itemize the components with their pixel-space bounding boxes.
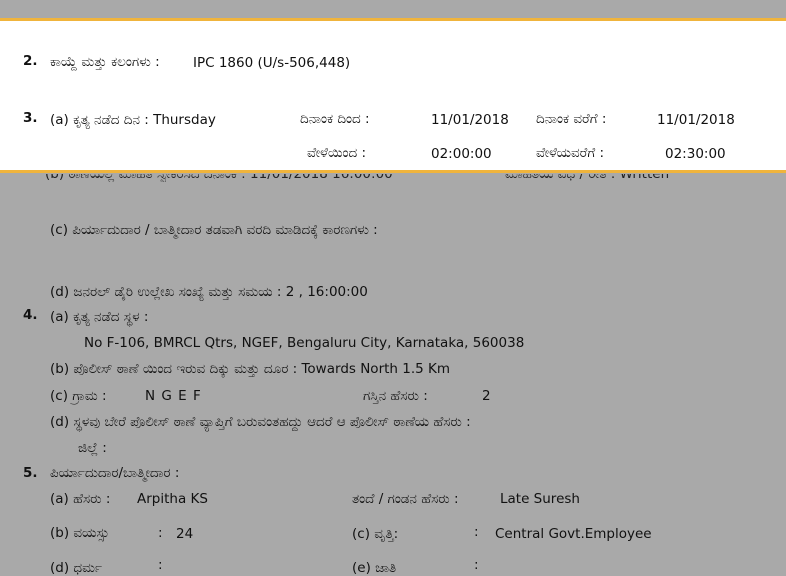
age-label: (b) ವಯಸ್ಸು [50,525,110,541]
to-time-value: 02:30:00 [665,146,726,162]
item5-number: 5. [23,465,38,481]
occupation-label: (c) ವೃತ್ತಿ: [352,526,399,542]
beat-value: 2 [482,388,491,404]
name-value: Arpitha KS [137,491,208,507]
from-date-label: ದಿನಾಂಕ ದಿಂದ : [300,111,370,127]
from-time-value: 02:00:00 [431,146,492,162]
father-label: ತಂದೆ / ಗಂಡನ ಹೆಸರು : [352,491,459,507]
to-date-label: ದಿನಾಂಕ ವರೆಗೆ : [536,111,607,127]
from-time-label: ವೇಳೆಯಿಂದ : [307,145,367,161]
item2-number: 2. [23,53,38,69]
item3-number: 3. [23,110,38,126]
father-value: Late Suresh [500,491,580,507]
occupation-value: Central Govt.Employee [495,526,652,542]
other-station-text: (d) ಸ್ಥಳವು ಬೇರೆ ಪೊಲೀಸ್ ಠಾಣೆ ವ್ಯಾಪ್ತಿಗೆ ಬ… [50,414,471,430]
age-value: 24 [176,526,194,542]
acts-sections-value: IPC 1860 (U/s-506,448) [193,55,351,71]
place-value: No F-106, BMRCL Qtrs, NGEF, Bengaluru Ci… [84,335,525,351]
info-received-text: (b) ಠಾಣೆಯಲ್ಲಿ ಮಾಹಿತಿ ಸ್ವೀಕರಿಸಿದ ದಿನಾಂಕ :… [45,174,393,182]
acts-sections-label: ಕಾಯ್ದೆ ಮತ್ತು ಕಲಂಗಳು : [50,54,160,70]
village-label: (c) ಗ್ರಾಮ : [50,388,107,404]
highlight-panel: 2. ಕಾಯ್ದೆ ಮತ್ತು ಕಲಂಗಳು : IPC 1860 (U/s-5… [0,18,786,173]
to-time-label: ವೇಳೆಯವರೆಗೆ : [536,145,605,161]
info-type-text: ಮಾಹಿತಿಯ ವಿಧ / ರೀತಿ : Written [505,174,670,182]
delay-reason-text: (c) ಪಿರ್ಯಾದುದಾರ / ಬಾತ್ಮೀದಾರ ತಡವಾಗಿ ವರದಿ … [50,222,378,238]
clipped-line: (b) ಠಾಣೆಯಲ್ಲಿ ಮಾಹಿತಿ ಸ್ವೀಕರಿಸಿದ ದಿನಾಂಕ :… [45,174,685,182]
item4-number: 4. [23,307,38,323]
name-label: (a) ಹೆಸರು : [50,491,111,507]
occurrence-day-text: (a) ಕೃತ್ಯ ನಡೆದ ದಿನ : Thursday [50,112,216,128]
complainant-heading: ಪಿರ್ಯಾದುದಾರ/ಬಾತ್ಮೀದಾರ : [50,465,180,481]
district-label: ಜಿಲ್ಲೆ : [78,440,107,456]
caste-colon: : [474,557,479,573]
place-label: (a) ಕೃತ್ಯ ನಡೆದ ಸ್ಥಳ : [50,309,149,325]
general-diary-text: (d) ಜನರಲ್ ಡೈರಿ ಉಲ್ಲೇಖ ಸಂಖ್ಯೆ ಮತ್ತು ಸಮಯ :… [50,284,368,300]
to-date-value: 11/01/2018 [657,112,735,128]
village-value: N G E F [145,388,202,404]
beat-label: ಗಸ್ತಿನ ಹೆಸರು : [363,388,428,404]
religion-label: (d) ಧರ್ಮ [50,560,102,576]
caste-label: (e) ಜಾತಿ [352,560,397,576]
age-colon: : [158,525,163,541]
occupation-colon: : [474,524,479,540]
from-date-value: 11/01/2018 [431,112,509,128]
direction-text: (b) ಪೊಲೀಸ್ ಠಾಣೆ ಯಿಂದ ಇರುವ ದಿಕ್ಕು ಮತ್ತು ದ… [50,361,451,377]
religion-colon: : [158,557,163,573]
